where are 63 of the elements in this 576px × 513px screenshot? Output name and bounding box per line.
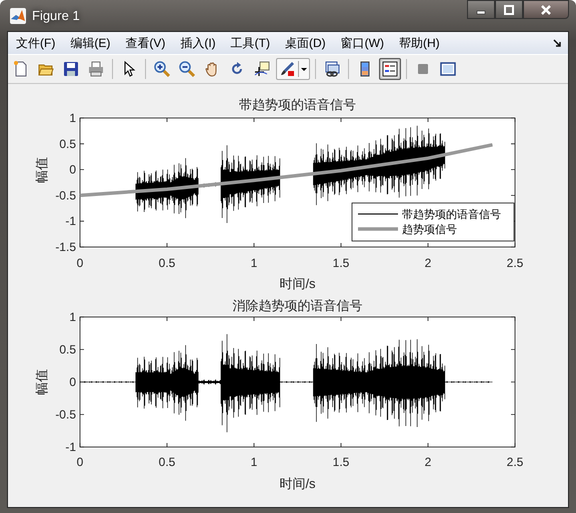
close-button[interactable] [523, 0, 569, 19]
minimize-button[interactable] [467, 0, 495, 19]
legend-icon [382, 61, 398, 77]
tick-label: 2.5 [506, 256, 524, 270]
tick-label: 0.5 [59, 136, 76, 151]
legend-label: 趋势项信号 [402, 224, 457, 236]
menu-item[interactable]: 文件(F) [10, 34, 64, 52]
maximize-button[interactable] [495, 0, 523, 19]
tick-label: -0.5 [55, 188, 76, 202]
tick-label: 0 [76, 455, 84, 469]
tick-label: 2.5 [506, 455, 524, 469]
zoom-out-icon [179, 61, 195, 77]
menu-item[interactable]: 工具(T) [224, 34, 279, 52]
tick-label: 1 [250, 256, 258, 270]
rotate-icon [229, 61, 245, 77]
tick-label: 2 [424, 256, 432, 270]
square-icon [415, 61, 431, 77]
axis-label: 时间/s [279, 476, 316, 491]
tick-label: 1 [69, 111, 76, 125]
menu-item[interactable]: 帮助(H) [392, 34, 449, 52]
tick-label: -1 [65, 440, 76, 454]
close-icon [540, 4, 552, 14]
zoom-in-icon [154, 61, 170, 77]
menu-item[interactable]: 窗口(W) [334, 34, 393, 52]
chart-title: 带趋势项的语音信号 [239, 97, 356, 112]
tick-label: 0 [76, 256, 84, 270]
link-icon [324, 61, 340, 77]
tick-label: -0.5 [55, 408, 76, 422]
tick-label: 2 [424, 455, 432, 469]
legend-line-icon [358, 227, 398, 231]
menu-item[interactable]: 插入(I) [174, 34, 225, 52]
printer-icon [88, 61, 104, 77]
tick-label: 0.5 [59, 342, 76, 356]
window-icon [440, 61, 456, 77]
brush-icon [279, 61, 295, 77]
menu-item[interactable]: 查看(V) [119, 34, 174, 52]
new-file-icon [13, 61, 29, 77]
caret-icon [298, 61, 309, 77]
tick-label: 1.5 [332, 256, 350, 270]
window-title: Figure 1 [32, 8, 81, 23]
maximize-icon [504, 4, 514, 14]
dock-arrow-icon[interactable] [553, 38, 562, 48]
tick-label: 1.5 [332, 455, 350, 469]
brush-button[interactable] [276, 58, 310, 80]
data-cursor-icon [254, 61, 270, 77]
axis-label: 幅值 [34, 369, 49, 395]
tick-label: 0.5 [158, 455, 176, 469]
chart-title: 消除趋势项的语音信号 [232, 298, 362, 313]
legend-button[interactable] [379, 58, 401, 80]
save-icon [63, 61, 79, 77]
tick-label: 0.5 [158, 256, 176, 270]
menu-item[interactable]: 编辑(E) [64, 34, 120, 52]
app-logo-icon [10, 8, 26, 24]
axis-label: 时间/s [279, 276, 316, 291]
tick-label: -1.5 [55, 240, 76, 254]
legend-label: 带趋势项的语音信号 [402, 209, 501, 221]
axis-label: 幅值 [34, 157, 49, 183]
tick-label: 1 [250, 455, 258, 469]
tick-label: -1 [65, 214, 76, 228]
tick-label: 0 [69, 375, 76, 389]
tick-label: 0 [69, 162, 76, 177]
tick-label: 1 [69, 310, 76, 324]
menu-item[interactable]: 桌面(D) [278, 34, 335, 52]
